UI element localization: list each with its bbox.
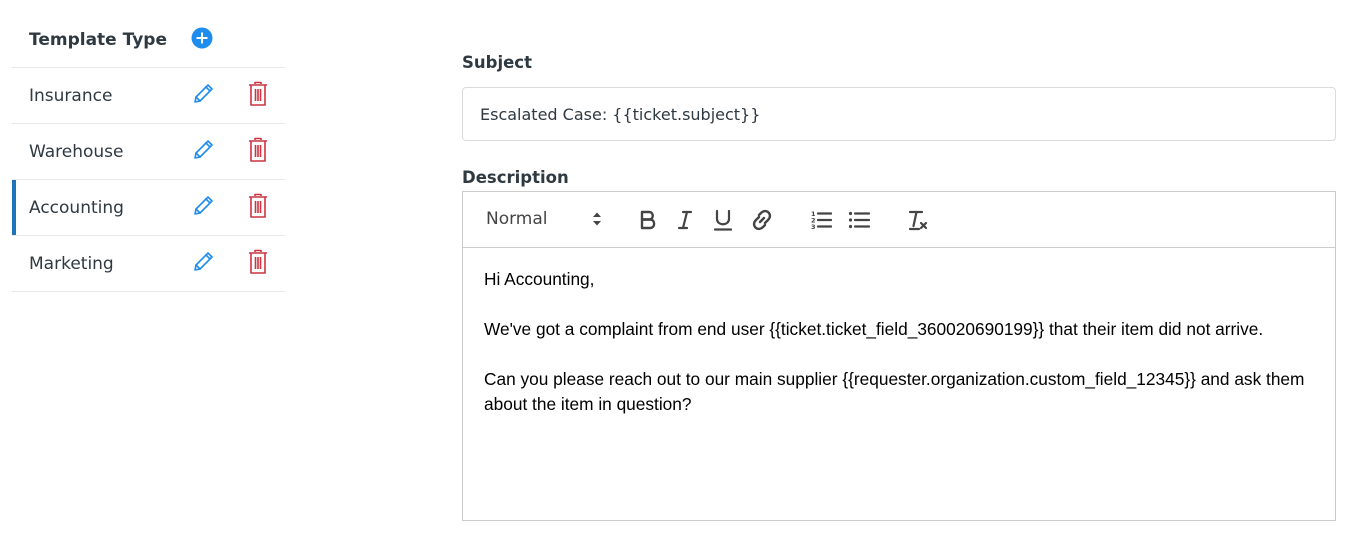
bold-icon (640, 210, 656, 230)
subject-label: Subject (462, 53, 532, 72)
subject-input[interactable] (462, 87, 1336, 141)
underline-button[interactable] (710, 207, 736, 233)
template-list: Insurance Warehouse Accounting Marketing (12, 68, 285, 292)
edit-button[interactable] (191, 250, 215, 274)
trash-icon (249, 81, 267, 106)
plus-circle-icon (191, 27, 213, 49)
template-item-label: Insurance (29, 86, 113, 106)
edit-button[interactable] (191, 82, 215, 106)
trash-icon (249, 137, 267, 162)
editor-toolbar: Normal 1 2 3 (463, 192, 1335, 248)
bullet-list-icon (848, 211, 870, 229)
template-editor-page: Template Type Insurance Warehouse Accoun… (0, 0, 1366, 547)
format-select[interactable]: Normal (485, 206, 603, 232)
clear-formatting-icon (908, 210, 928, 231)
edit-button[interactable] (191, 194, 215, 218)
description-label: Description (462, 168, 569, 187)
format-select-value: Normal (486, 209, 548, 229)
description-editor: Normal 1 2 3 Hi Accounting, We've got a … (462, 191, 1336, 521)
bullet-list-button[interactable] (846, 207, 872, 233)
delete-button[interactable] (248, 81, 268, 107)
link-button[interactable] (749, 207, 775, 233)
template-item-marketing[interactable]: Marketing (12, 236, 285, 292)
svg-text:3: 3 (811, 223, 816, 231)
delete-button[interactable] (248, 137, 268, 163)
sidebar-header: Template Type (12, 12, 285, 68)
template-item-label: Marketing (29, 254, 114, 274)
italic-icon (677, 210, 693, 230)
body-paragraph: Hi Accounting, (484, 269, 595, 289)
template-item-warehouse[interactable]: Warehouse (12, 124, 285, 180)
body-paragraph: We've got a complaint from end user {{ti… (484, 319, 1264, 339)
body-paragraph: Can you please reach out to our main sup… (484, 369, 1305, 414)
template-item-insurance[interactable]: Insurance (12, 68, 285, 124)
link-icon (752, 209, 772, 231)
pencil-icon (194, 140, 213, 159)
underline-icon (714, 209, 732, 231)
trash-icon (249, 249, 267, 274)
add-template-button[interactable] (191, 27, 213, 49)
template-item-label: Accounting (29, 198, 124, 218)
pencil-icon (194, 196, 213, 215)
clear-formatting-button[interactable] (905, 207, 931, 233)
delete-button[interactable] (248, 193, 268, 219)
template-sidebar: Template Type Insurance Warehouse Accoun… (12, 12, 285, 292)
delete-button[interactable] (248, 249, 268, 275)
pencil-icon (194, 252, 213, 271)
edit-button[interactable] (191, 138, 215, 162)
trash-icon (249, 193, 267, 218)
sort-arrows-icon (593, 212, 601, 226)
template-item-accounting[interactable]: Accounting (12, 180, 285, 236)
template-item-label: Warehouse (29, 142, 124, 162)
pencil-icon (194, 84, 213, 103)
editor-body[interactable]: Hi Accounting, We've got a complaint fro… (484, 267, 1314, 417)
italic-button[interactable] (672, 207, 698, 233)
sidebar-title: Template Type (29, 30, 167, 50)
ordered-list-button[interactable]: 1 2 3 (808, 207, 834, 233)
bold-button[interactable] (635, 207, 661, 233)
ordered-list-icon: 1 2 3 (811, 210, 832, 231)
